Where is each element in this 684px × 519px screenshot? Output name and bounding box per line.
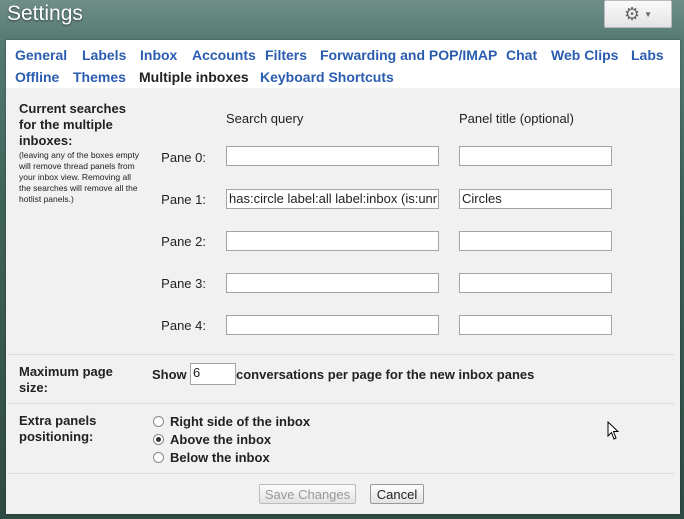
position-below-label: Below the inbox <box>170 450 270 465</box>
page-size-show-label: Show <box>152 367 187 382</box>
tab-web-clips[interactable]: Web Clips <box>551 47 618 63</box>
page-title: Settings <box>7 2 83 25</box>
save-changes-button[interactable]: Save Changes <box>259 484 356 504</box>
panel-title-header: Panel title (optional) <box>459 111 574 126</box>
page-size-title: Maximum page size: <box>19 364 113 395</box>
divider <box>8 403 674 404</box>
pane-0-query-input[interactable] <box>226 146 439 166</box>
pane-4-title-input[interactable] <box>459 315 612 335</box>
radio-above[interactable] <box>153 434 164 445</box>
settings-menu-button[interactable]: ⚙ ▼ <box>604 0 672 28</box>
tab-keyboard-shortcuts[interactable]: Keyboard Shortcuts <box>260 69 394 85</box>
tab-filters[interactable]: Filters <box>265 47 307 63</box>
settings-tabs: General Labels Inbox Accounts Filters Fo… <box>6 40 680 88</box>
pane-3-query-input[interactable] <box>226 273 439 293</box>
tab-labels[interactable]: Labels <box>82 47 126 63</box>
mouse-cursor-icon <box>607 421 620 440</box>
position-below-option[interactable]: Below the inbox <box>153 450 270 465</box>
settings-panel: General Labels Inbox Accounts Filters Fo… <box>6 40 680 514</box>
tab-labs[interactable]: Labs <box>631 47 664 63</box>
pane-2-label: Pane 2: <box>161 234 206 249</box>
position-right-option[interactable]: Right side of the inbox <box>153 414 310 429</box>
searches-note: (leaving any of the boxes empty will rem… <box>19 150 140 204</box>
pane-3-title-input[interactable] <box>459 273 612 293</box>
pane-3-label: Pane 3: <box>161 276 206 291</box>
pane-1-label: Pane 1: <box>161 192 206 207</box>
pane-2-query-input[interactable] <box>226 231 439 251</box>
chevron-down-icon: ▼ <box>644 9 653 19</box>
cancel-button[interactable]: Cancel <box>370 484 424 504</box>
search-query-header: Search query <box>226 111 304 126</box>
pane-4-label: Pane 4: <box>161 318 206 333</box>
position-right-label: Right side of the inbox <box>170 414 311 429</box>
pane-2-title-input[interactable] <box>459 231 612 251</box>
tab-multiple-inboxes[interactable]: Multiple inboxes <box>139 69 249 85</box>
pane-0-title-input[interactable] <box>459 146 612 166</box>
tab-themes[interactable]: Themes <box>73 69 126 85</box>
pane-4-query-input[interactable] <box>226 315 439 335</box>
divider <box>8 473 674 474</box>
page-size-input[interactable]: 6 <box>190 363 236 385</box>
divider <box>8 354 674 355</box>
pane-1-title-input[interactable]: Circles <box>459 189 612 209</box>
page-size-suffix: conversations per page for the new inbox… <box>236 367 535 382</box>
tab-accounts[interactable]: Accounts <box>192 47 256 63</box>
tab-inbox[interactable]: Inbox <box>140 47 177 63</box>
tab-forwarding[interactable]: Forwarding and POP/IMAP <box>320 47 497 63</box>
searches-section-title: Current searches for the multiple inboxe… <box>19 101 126 148</box>
radio-below[interactable] <box>153 452 164 463</box>
tab-chat[interactable]: Chat <box>506 47 537 63</box>
position-above-label: Above the inbox <box>170 432 272 447</box>
pane-1-query-input[interactable]: has:circle label:all label:inbox (is:unr <box>226 189 439 209</box>
positioning-title: Extra panels positioning: <box>19 413 97 444</box>
gear-icon: ⚙ <box>623 4 641 24</box>
pane-0-label: Pane 0: <box>161 150 206 165</box>
position-above-option[interactable]: Above the inbox <box>153 432 271 447</box>
tab-offline[interactable]: Offline <box>15 69 59 85</box>
radio-right[interactable] <box>153 416 164 427</box>
tab-general[interactable]: General <box>15 47 67 63</box>
